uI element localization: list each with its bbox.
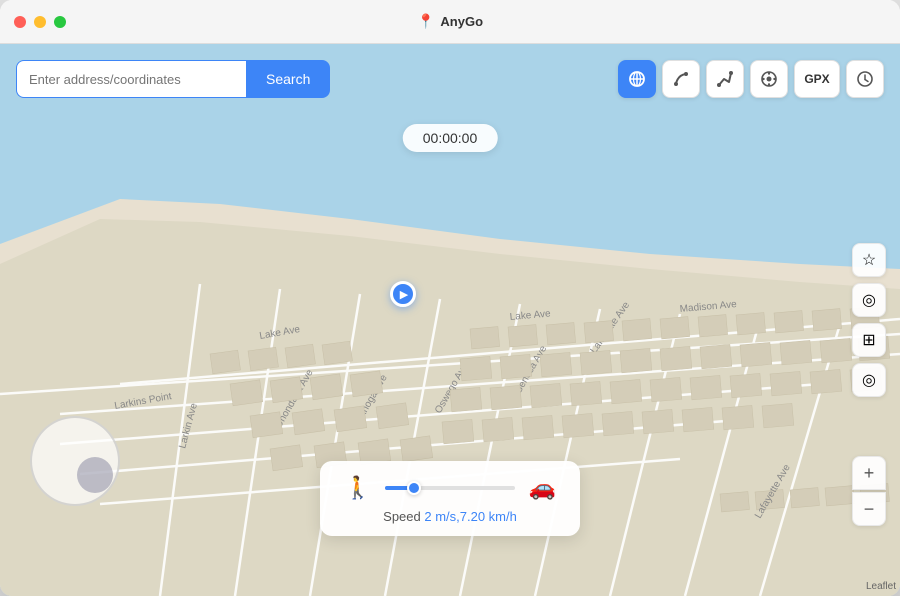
right-side-buttons: ☆ ◎ ⊞ ◎ bbox=[852, 243, 886, 397]
walk-icon: 🚶 bbox=[344, 475, 371, 501]
timer-badge: 00:00:00 bbox=[403, 124, 498, 152]
joystick-inner bbox=[77, 457, 113, 493]
history-button[interactable] bbox=[846, 60, 884, 98]
close-button[interactable] bbox=[14, 16, 26, 28]
map-view-icon: ⊞ bbox=[862, 330, 875, 350]
multi-route-button[interactable] bbox=[706, 60, 744, 98]
star-icon: ☆ bbox=[862, 250, 876, 270]
joystick-button[interactable] bbox=[750, 60, 788, 98]
right-tools: GPX bbox=[618, 60, 884, 98]
minimize-button[interactable] bbox=[34, 16, 46, 28]
speed-slider-thumb bbox=[407, 481, 421, 495]
map-container[interactable]: Lake Ave Lake Ave Madison Ave Lafayette … bbox=[0, 44, 900, 596]
car-icon: 🚗 bbox=[529, 475, 556, 501]
map-view-button[interactable]: ⊞ bbox=[852, 323, 886, 357]
speed-value: 2 m/s,7.20 km/h bbox=[424, 509, 516, 524]
favorites-button[interactable]: ☆ bbox=[852, 243, 886, 277]
gpx-button[interactable]: GPX bbox=[794, 60, 840, 98]
maximize-button[interactable] bbox=[54, 16, 66, 28]
pin-icon: 📍 bbox=[417, 13, 434, 30]
multi-route-icon bbox=[716, 70, 734, 88]
location-marker[interactable]: ▶ bbox=[390, 281, 416, 307]
toolbar: Search bbox=[16, 60, 884, 98]
locate-button[interactable]: ◎ bbox=[852, 363, 886, 397]
app-window: 📍 AnyGo bbox=[0, 0, 900, 596]
traffic-lights bbox=[14, 16, 66, 28]
zoom-buttons: + − bbox=[852, 456, 886, 526]
location-arrow-icon: ▶ bbox=[400, 288, 408, 301]
speed-text: Speed bbox=[383, 509, 424, 524]
speed-icons-row: 🚶 🚗 bbox=[344, 475, 556, 501]
zoom-out-button[interactable]: − bbox=[852, 492, 886, 526]
single-route-icon bbox=[672, 70, 690, 88]
zoom-in-button[interactable]: + bbox=[852, 456, 886, 490]
single-route-button[interactable] bbox=[662, 60, 700, 98]
search-button[interactable]: Search bbox=[246, 60, 330, 98]
speed-panel: 🚶 🚗 Speed 2 m/s,7.20 km/h bbox=[320, 461, 580, 536]
search-group: Search bbox=[16, 60, 330, 98]
app-title-group: 📍 AnyGo bbox=[417, 13, 483, 30]
history-icon bbox=[856, 70, 874, 88]
speed-slider[interactable] bbox=[385, 486, 514, 490]
search-input[interactable] bbox=[16, 60, 246, 98]
map-attribution: Leaflet bbox=[866, 581, 896, 592]
app-title: AnyGo bbox=[440, 14, 483, 29]
joystick-control[interactable] bbox=[30, 416, 120, 506]
compass-icon: ◎ bbox=[862, 290, 876, 310]
locate-icon: ◎ bbox=[862, 370, 876, 390]
speed-label: Speed 2 m/s,7.20 km/h bbox=[344, 509, 556, 524]
joystick-icon bbox=[760, 70, 778, 88]
compass-button[interactable]: ◎ bbox=[852, 283, 886, 317]
teleport-icon bbox=[628, 70, 646, 88]
timer-value: 00:00:00 bbox=[423, 130, 478, 146]
titlebar: 📍 AnyGo bbox=[0, 0, 900, 44]
teleport-button[interactable] bbox=[618, 60, 656, 98]
